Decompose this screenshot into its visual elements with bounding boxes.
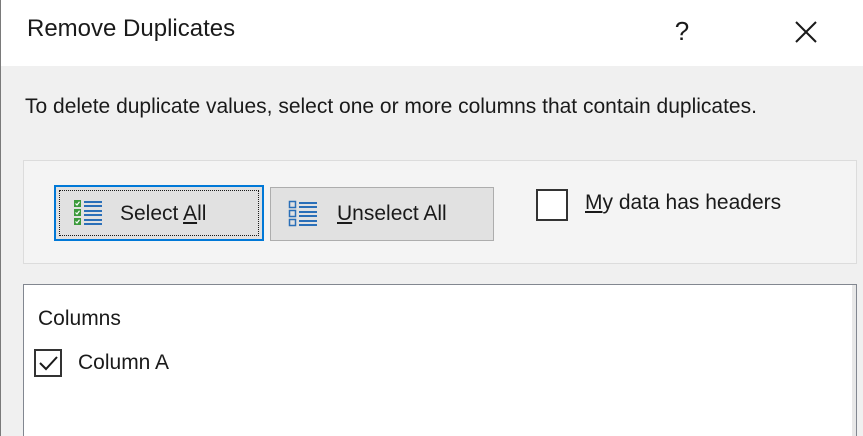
scrollbar-edge[interactable] xyxy=(852,285,856,436)
unselect-all-label: Unselect All xyxy=(337,202,447,225)
close-button[interactable] xyxy=(777,8,835,56)
help-button[interactable]: ? xyxy=(656,6,708,56)
select-all-button[interactable]: Select All xyxy=(54,185,264,241)
title-bar[interactable]: Remove Duplicates ? xyxy=(1,0,863,66)
headers-checkbox[interactable] xyxy=(536,189,568,221)
list-item[interactable]: Column A xyxy=(34,347,334,381)
unselect-all-button[interactable]: Unselect All xyxy=(270,187,494,241)
columns-list[interactable]: Columns Column A xyxy=(23,284,857,436)
column-checkbox[interactable] xyxy=(34,349,62,377)
remove-duplicates-dialog: Remove Duplicates ? To delete duplicate … xyxy=(0,0,863,436)
select-all-label: Select All xyxy=(120,202,207,225)
close-icon xyxy=(795,21,817,43)
dialog-title: Remove Duplicates xyxy=(27,15,236,42)
unselect-all-list-icon xyxy=(288,200,317,227)
select-all-list-icon xyxy=(74,200,102,225)
help-icon: ? xyxy=(674,15,690,46)
headers-checkbox-label[interactable]: My data has headers xyxy=(585,191,781,215)
button-panel: Select All Unselect All My data has head… xyxy=(23,160,857,264)
checkmark-icon xyxy=(39,356,58,371)
columns-header: Columns xyxy=(38,307,121,330)
instructions-text: To delete duplicate values, select one o… xyxy=(25,95,757,118)
column-label: Column A xyxy=(78,351,170,374)
